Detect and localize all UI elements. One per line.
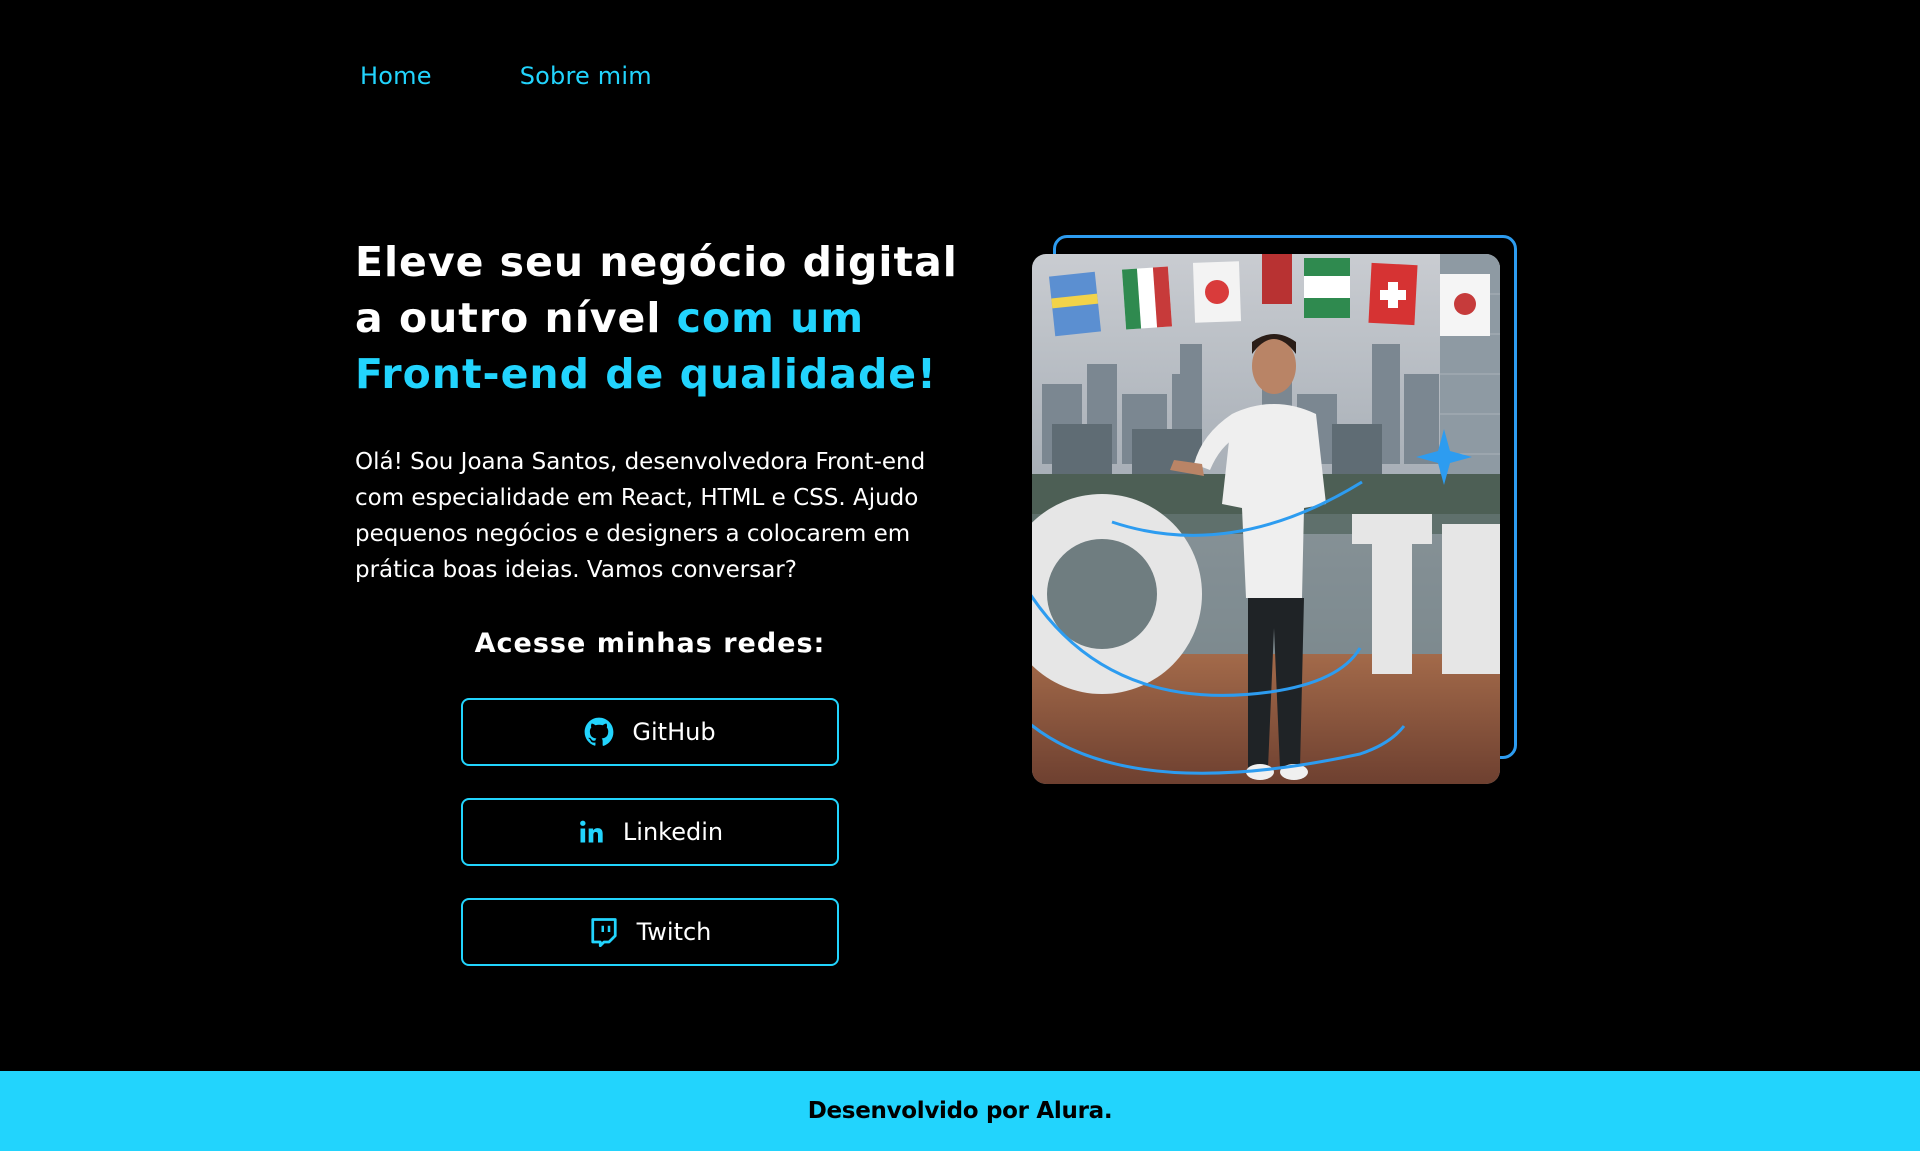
twitch-button[interactable]: Twitch: [461, 898, 839, 966]
profile-photo: [1032, 254, 1500, 784]
footer-credit: Desenvolvido por Alura.: [807, 1098, 1113, 1124]
linkedin-label: Linkedin: [622, 818, 724, 846]
github-button[interactable]: GitHub: [461, 698, 839, 766]
twitch-label: Twitch: [636, 918, 712, 946]
github-icon: [584, 717, 614, 747]
footer: Desenvolvido por Alura.: [0, 1071, 1920, 1151]
nav-link-home[interactable]: Home: [360, 62, 432, 90]
nav-link-sobre-mim[interactable]: Sobre mim: [520, 62, 652, 90]
linkedin-icon: [577, 818, 605, 846]
linkedin-button[interactable]: Linkedin: [461, 798, 839, 866]
main-nav: Home Sobre mim: [360, 62, 652, 90]
twitch-icon: [589, 917, 619, 947]
hero-title-main: Eleve seu negócio digital a outro nível: [355, 238, 958, 342]
github-label: GitHub: [632, 718, 716, 746]
social-title: Acesse minhas redes:: [474, 628, 826, 659]
hero-title: Eleve seu negócio digital a outro nível …: [355, 234, 995, 402]
intro-paragraph: Olá! Sou Joana Santos, desenvolvedora Fr…: [355, 449, 926, 583]
